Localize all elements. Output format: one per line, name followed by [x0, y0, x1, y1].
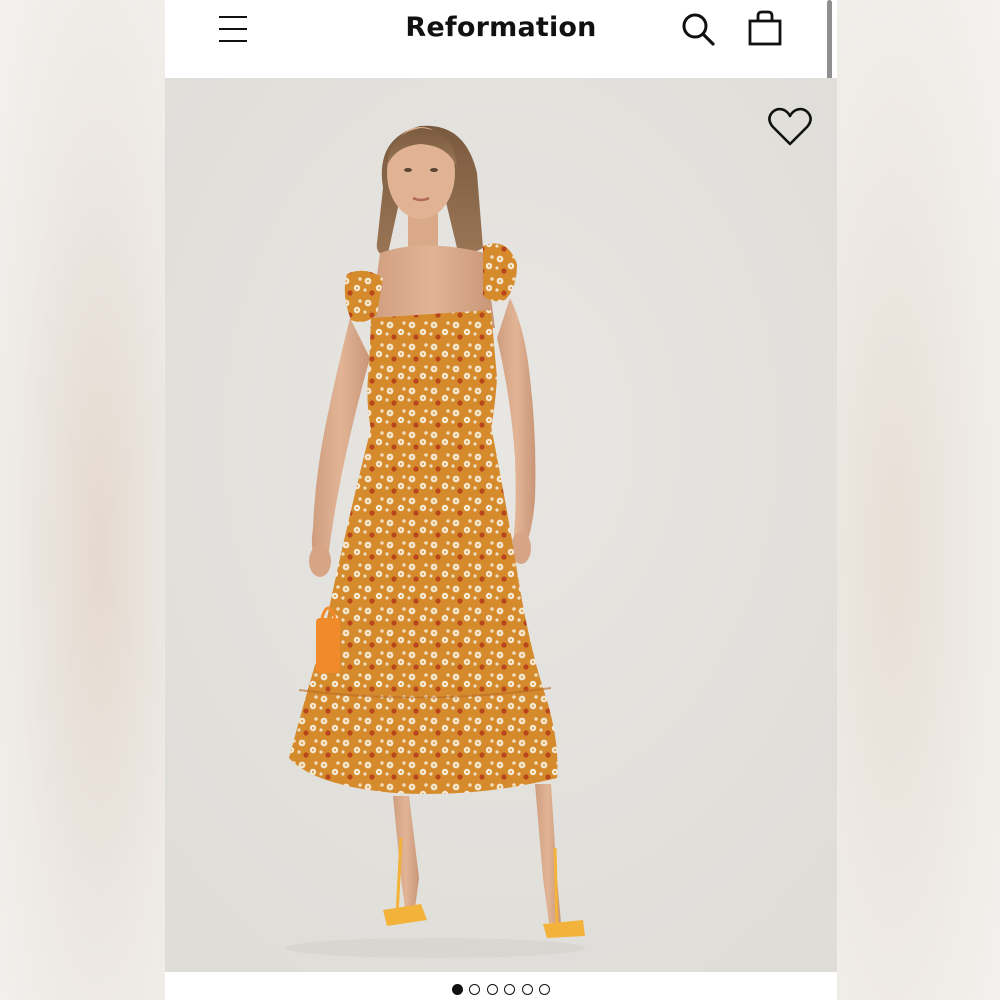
- carousel-dot-active[interactable]: [451, 984, 463, 995]
- menu-button[interactable]: [215, 12, 251, 48]
- menu-icon-bar: [219, 28, 247, 31]
- carousel-dot[interactable]: [469, 984, 481, 995]
- product-photo: [165, 78, 837, 972]
- search-button[interactable]: [679, 10, 719, 50]
- carousel-dot[interactable]: [486, 984, 498, 995]
- search-icon: [682, 13, 715, 46]
- blurred-background-right: [837, 0, 1000, 1000]
- shopping-bag-icon: [748, 10, 782, 46]
- brand-logo[interactable]: Reformation: [405, 12, 596, 43]
- favorite-button[interactable]: [765, 104, 815, 150]
- product-image[interactable]: [165, 78, 837, 972]
- carousel-dot[interactable]: [521, 984, 533, 995]
- site-header: Reformation: [165, 0, 837, 78]
- brand-logo-wrapper: Reformation: [165, 12, 837, 43]
- mobile-screen: Reformation: [165, 0, 837, 1000]
- blurred-background-left: [0, 0, 165, 1000]
- heart-icon: [768, 107, 812, 146]
- carousel-dot[interactable]: [504, 984, 516, 995]
- image-carousel-pager: [165, 984, 837, 1000]
- shopping-bag-button[interactable]: [745, 8, 785, 50]
- carousel-dot[interactable]: [539, 984, 551, 995]
- menu-icon-bar: [219, 40, 247, 43]
- menu-icon-bar: [219, 16, 247, 19]
